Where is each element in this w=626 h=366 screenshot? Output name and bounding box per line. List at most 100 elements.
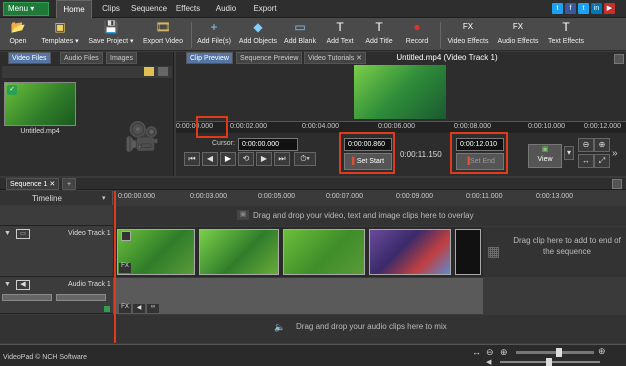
video-effects-button[interactable]: FX Video Effects [444,19,492,50]
fx-icon[interactable]: FX [119,304,131,313]
add-files-button[interactable]: + Add File(s) [194,19,234,50]
collapse-icon[interactable]: ▼ [4,230,11,237]
tab-export[interactable]: Export [250,0,280,18]
clip-ruler[interactable]: 0:00:00.000 0:00:02.000 0:00:04.000 0:00… [176,121,626,133]
text-effects-button[interactable]: T Text Effects [544,19,588,50]
undock-icon[interactable] [614,54,624,64]
set-start-button[interactable]: ▌Set Start [344,153,392,170]
facebook-icon[interactable]: f [565,3,576,14]
pan-slider[interactable] [56,294,106,301]
zoom-slider-thumb[interactable] [556,348,562,357]
add-title-label: Add Title [365,38,393,45]
collapse-icon[interactable]: ▼ [4,281,11,288]
loop-button[interactable]: ⟲ [238,152,254,166]
add-blank-label: Add Blank [284,38,316,45]
zoom-slider[interactable] [516,351,594,354]
record-button[interactable]: ● Record [400,19,434,50]
cursor-time-field[interactable]: 0:00:00.000 [238,138,298,151]
timeline-dropdown[interactable]: Timeline ▾ [0,191,113,205]
timeline-tick: 0:00:09.000 [396,193,433,200]
media-bin-toolbar [2,66,172,78]
zoom-out-icon[interactable]: ⊖ [578,138,594,152]
export-video-label: Export Video [143,38,183,45]
fx-icon[interactable]: FX [119,263,131,273]
fullscreen-icon[interactable]: ⤢ [594,154,610,168]
tab-audio[interactable]: Audio [212,0,240,18]
youtube-icon[interactable]: ▶ [604,3,615,14]
open-button[interactable]: 📂 Open [2,19,34,50]
ribbon-divider [440,22,441,48]
undock-icon[interactable] [612,179,622,189]
mute-icon[interactable]: ◀ [133,304,145,313]
prev-frame-button[interactable]: ◀ [202,152,218,166]
video-clip[interactable] [369,229,451,275]
start-time-field[interactable]: 0:00:00.860 [344,138,392,151]
zoom-in-icon[interactable]: ⊕ [598,346,606,357]
transition-clip[interactable] [455,229,481,275]
save-project-button[interactable]: 💾 Save Project ▾ [86,19,136,50]
tab-video-tutorials[interactable]: Video Tutorials ✕ [304,52,367,64]
video-clip[interactable] [283,229,365,275]
tab-sequence-1[interactable]: Sequence 1 ✕ [6,178,60,190]
end-drop-zone[interactable]: ▦ Drag clip here to add to end of the se… [483,227,626,277]
speed-button[interactable]: ⏱▾ [294,152,316,166]
fit-width-icon[interactable]: ↔ [578,154,594,168]
folder-icon[interactable] [144,67,154,76]
crop-icon[interactable] [121,231,131,241]
media-clip-thumbnail[interactable]: ✓ [4,82,76,126]
go-end-button[interactable]: ⏭ [274,152,290,166]
fit-width-icon[interactable]: ↔ [472,347,481,357]
close-icon[interactable]: ✕ [49,181,55,188]
view-button[interactable]: ▣ View [528,144,562,168]
go-start-button[interactable]: ⏮ [184,152,200,166]
tab-home[interactable]: Home [56,0,92,18]
tab-sequence-preview[interactable]: Sequence Preview [236,52,303,64]
linkedin-icon[interactable]: in [591,3,602,14]
tab-sequence[interactable]: Sequence [130,0,168,18]
overlay-drop-zone[interactable]: ▣ Drag and drop your video, text and ima… [113,206,626,226]
audio-effects-button[interactable]: FX Audio Effects [494,19,542,50]
video-effects-icon: FX [462,22,474,31]
add-blank-icon: ▭ [294,20,306,34]
zoom-out-icon[interactable]: ⊖ [486,347,494,358]
volume-icon[interactable]: ◀ [486,358,491,366]
set-end-button[interactable]: ▐Set End [456,153,504,170]
tab-video-files[interactable]: Video Files [8,52,51,64]
tab-clip-preview[interactable]: Clip Preview [186,52,233,64]
tab-images[interactable]: Images [106,52,137,64]
play-button[interactable]: ▶ [220,152,236,166]
menu-button[interactable]: Menu ▾ [3,2,49,16]
tab-clips[interactable]: Clips [97,0,125,18]
audio-level-indicator [104,306,110,312]
twitter-icon[interactable]: t [552,3,563,14]
tab-audio-files[interactable]: Audio Files [60,52,103,64]
close-icon[interactable]: ✕ [356,55,362,62]
expand-panel-icon[interactable]: » [612,148,618,159]
add-title-button[interactable]: T Add Title [362,19,396,50]
add-objects-button[interactable]: ◆ Add Objects [236,19,280,50]
export-video-button[interactable]: 🎞 Export Video [140,19,186,50]
view-mode-icon[interactable] [158,67,168,76]
audio-track-lane[interactable]: FX ◀ ∞ [113,278,483,314]
speaker-icon: ◀ [16,280,30,290]
add-blank-button[interactable]: ▭ Add Blank [282,19,318,50]
link-icon[interactable]: ∞ [147,304,159,313]
video-track-icon: ▭ [16,229,30,239]
next-frame-button[interactable]: ▶ [256,152,272,166]
video-clip[interactable] [199,229,279,275]
audio-drop-zone[interactable]: 🔈 Drag and drop your audio clips here to… [0,315,626,343]
playhead[interactable] [114,191,116,343]
tab-effects[interactable]: Effects [172,0,204,18]
timeline-ruler[interactable]: Timeline ▾ 0:00:00.000 0:00:03.000 0:00:… [0,191,626,205]
zoom-in-icon[interactable]: ⊕ [594,138,610,152]
end-time-field[interactable]: 0:00:12.010 [456,138,504,151]
add-text-button[interactable]: T Add Text [322,19,358,50]
add-title-icon: T [375,20,383,34]
view-dropdown-icon[interactable]: ▾ [564,146,574,160]
zoom-in-icon[interactable]: ⊕ [500,347,508,358]
master-volume-thumb[interactable] [546,358,552,366]
volume-slider[interactable] [2,294,52,301]
twitter-icon[interactable]: t [578,3,589,14]
add-sequence-button[interactable]: + [62,178,76,190]
templates-button[interactable]: ▣ Templates ▾ [38,19,82,50]
